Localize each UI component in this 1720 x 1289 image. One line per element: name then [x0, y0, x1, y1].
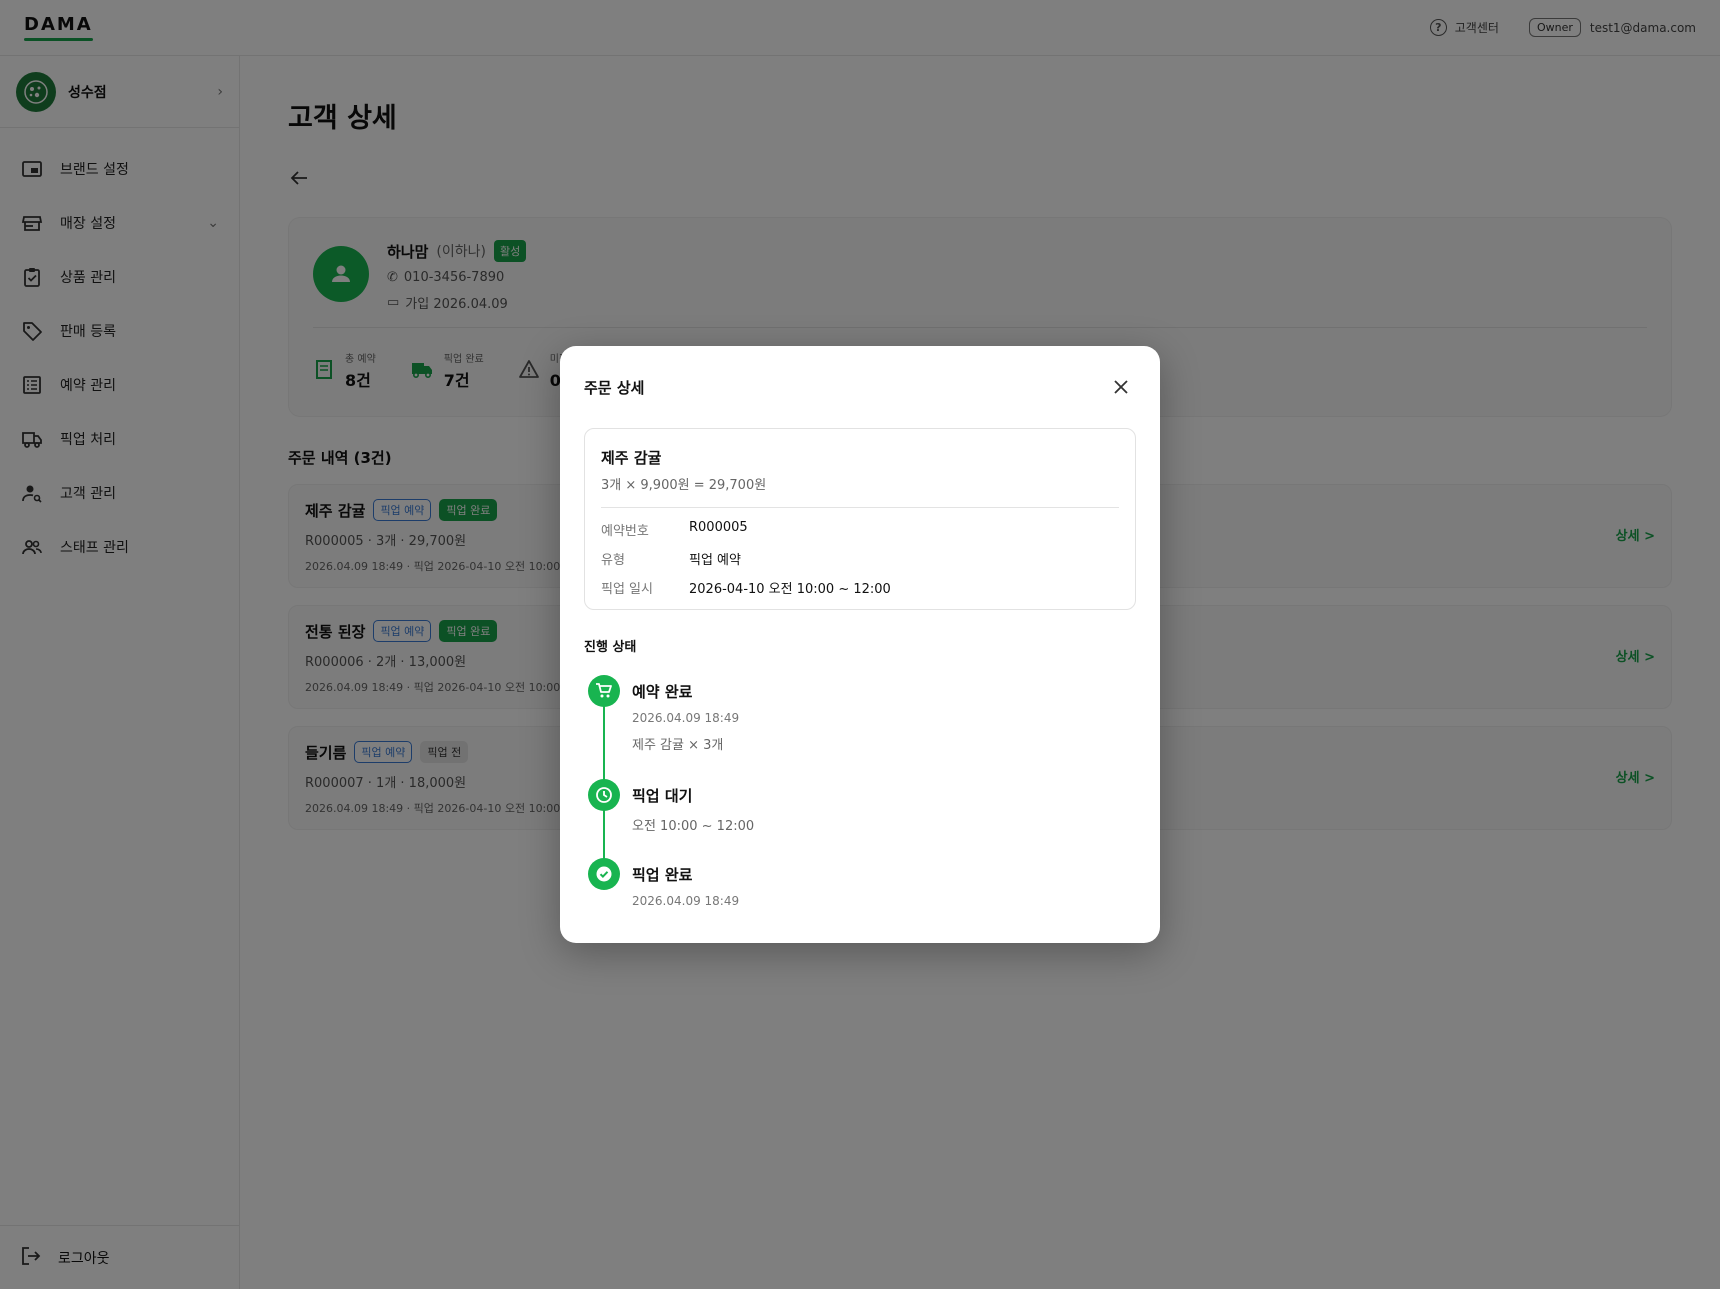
step-title: 픽업 대기	[632, 787, 693, 805]
detail-row-type: 유형 픽업 예약	[601, 549, 1119, 568]
timeline-step-reserved: 예약 완료 2026.04.09 18:49 제주 감귤 × 3개	[588, 675, 1136, 779]
timeline-step-waiting: 픽업 대기 오전 10:00 ~ 12:00	[588, 779, 1136, 858]
step-time: 오전 10:00 ~ 12:00	[632, 819, 755, 834]
detail-value: 2026-04-10 오전 10:00 ~ 12:00	[689, 582, 891, 597]
step-title: 픽업 완료	[632, 866, 693, 884]
detail-row-pickup-time: 픽업 일시 2026-04-10 오전 10:00 ~ 12:00	[601, 578, 1119, 597]
divider	[601, 507, 1119, 508]
detail-value: R000005	[689, 520, 748, 535]
close-button[interactable]	[1106, 372, 1136, 402]
cart-icon	[588, 675, 620, 707]
step-time: 2026.04.09 18:49	[632, 711, 740, 725]
detail-key: 픽업 일시	[601, 582, 653, 597]
close-icon	[1114, 380, 1128, 394]
order-detail-modal: 주문 상세 제주 감귤 3개 × 9,900원 = 29,700원 예약번호 R…	[560, 346, 1160, 943]
step-title: 예약 완료	[632, 683, 693, 701]
detail-row-reservation-number: 예약번호 R000005	[601, 520, 1119, 539]
step-note: 제주 감귤 × 3개	[632, 738, 724, 753]
clock-icon	[588, 779, 620, 811]
price-calculation: 3개 × 9,900원 = 29,700원	[601, 478, 767, 493]
product-name: 제주 감귤	[601, 449, 662, 467]
modal-title: 주문 상세	[584, 378, 645, 397]
step-time: 2026.04.09 18:49	[632, 894, 740, 908]
order-detail-card: 제주 감귤 3개 × 9,900원 = 29,700원 예약번호 R000005…	[584, 428, 1136, 610]
detail-key: 유형	[601, 553, 625, 568]
detail-key: 예약번호	[601, 524, 649, 539]
timeline-step-completed: 픽업 완료 2026.04.09 18:49	[588, 858, 1136, 908]
progress-title: 진행 상태	[584, 640, 637, 655]
detail-value: 픽업 예약	[689, 553, 741, 568]
progress-timeline: 예약 완료 2026.04.09 18:49 제주 감귤 × 3개 픽업 대기 …	[584, 675, 1136, 908]
check-icon	[588, 858, 620, 890]
